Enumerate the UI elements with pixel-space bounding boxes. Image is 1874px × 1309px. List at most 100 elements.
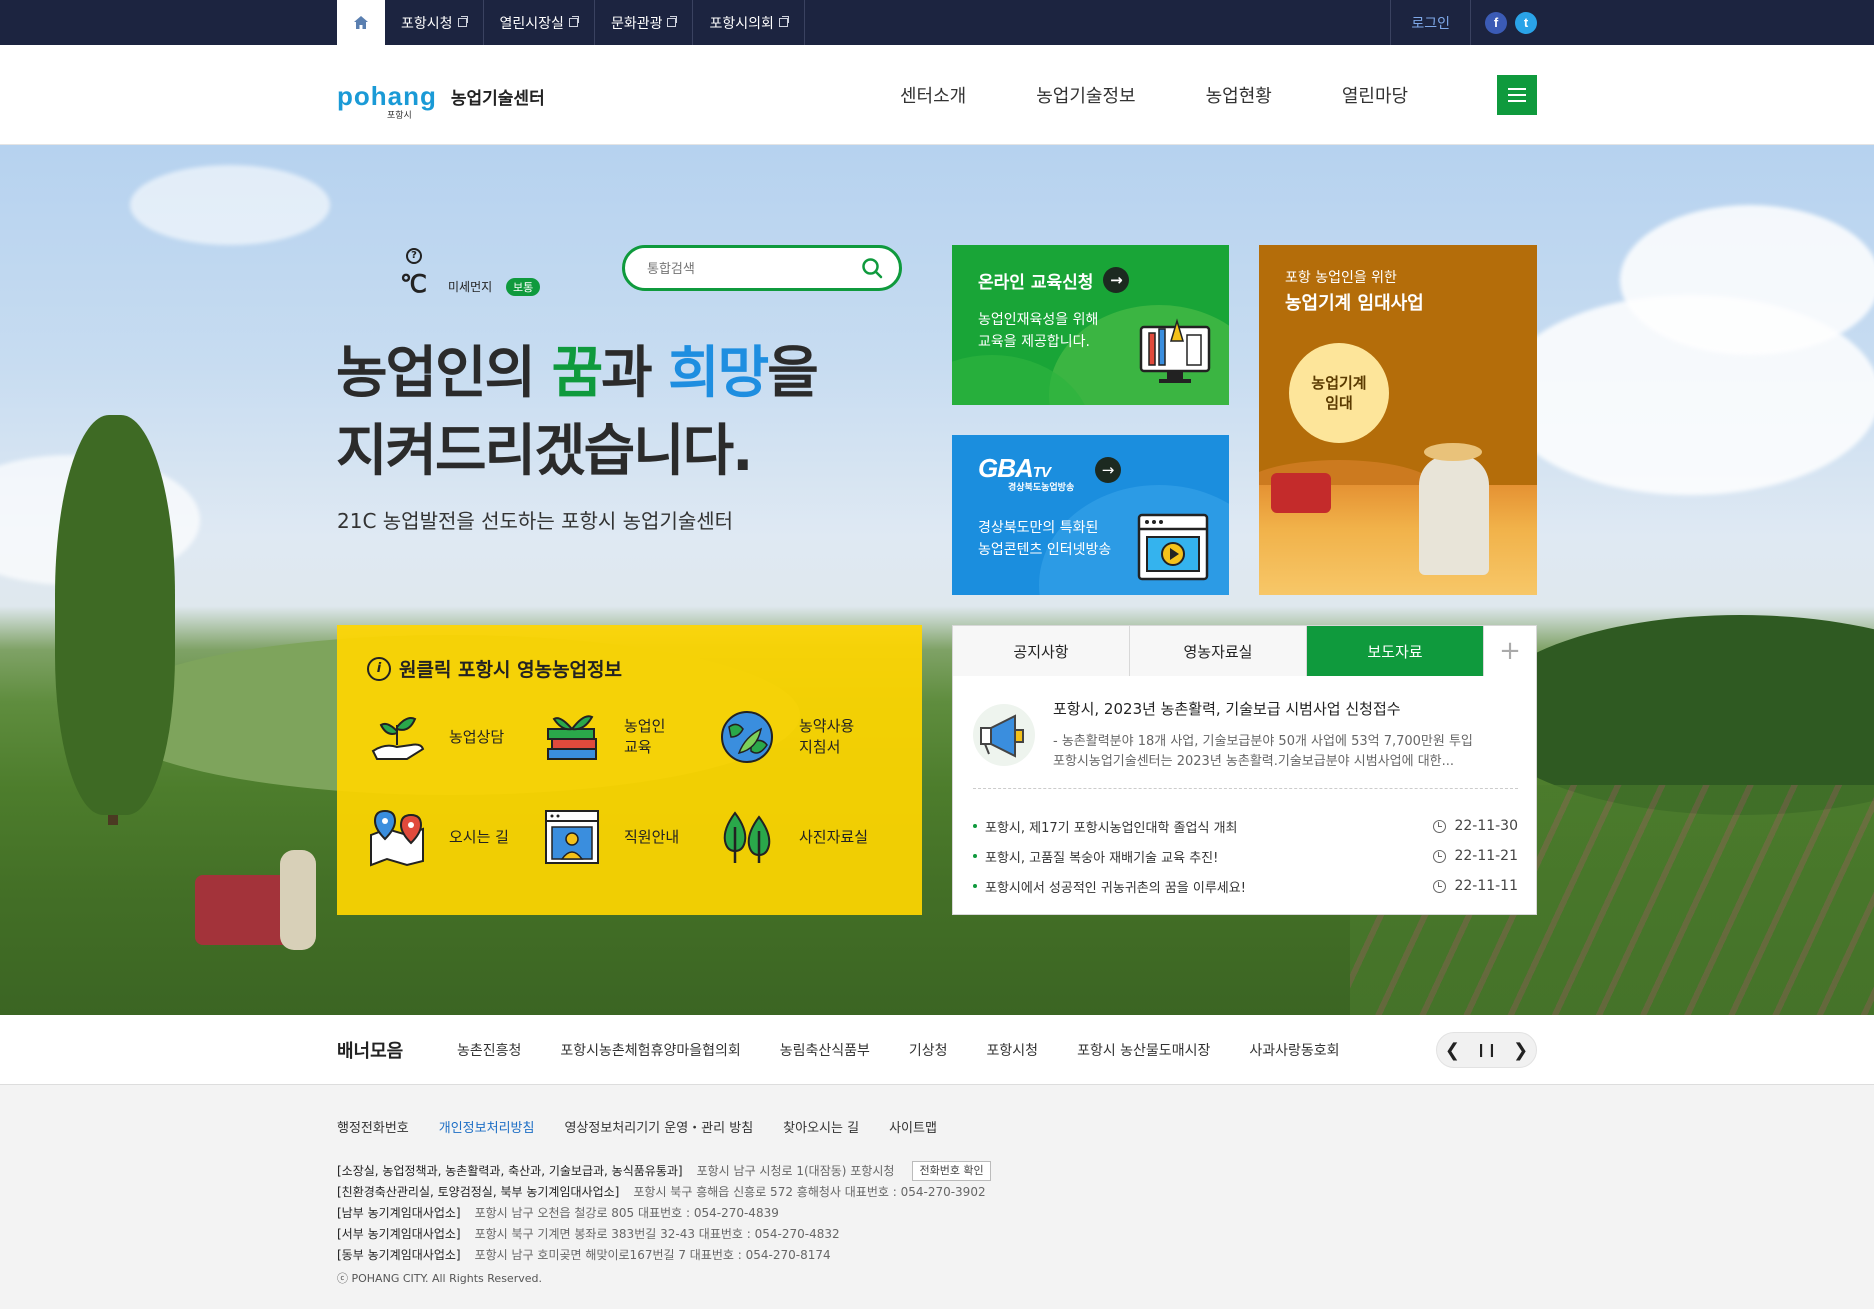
banner-title: 배너모음 (337, 1041, 404, 1062)
banner-link[interactable]: 농림축산식품부 (780, 1040, 870, 1060)
home-icon (354, 16, 368, 29)
video-player-icon (1137, 513, 1209, 581)
plant-hand-icon (371, 717, 425, 760)
staff-profile-icon (545, 810, 599, 864)
tab-farming-data[interactable]: 영농자료실 (1130, 626, 1307, 676)
education-monitor-icon (1139, 318, 1211, 383)
site-logo[interactable]: pohang 포항시 농업기술센터 (337, 81, 545, 121)
address-row: [남부 농기계임대사업소] 포항시 남구 오천읍 철강로 805 대표번호 : 0… (337, 1206, 779, 1220)
bullet-dot (973, 854, 977, 858)
top-link-mayor-office[interactable]: 열린시장실 (484, 0, 595, 45)
tab-press-release[interactable]: 보도자료 (1307, 626, 1484, 676)
home-button[interactable] (337, 0, 385, 45)
megaphone-icon (973, 704, 1035, 766)
nav-item-agri-tech-info[interactable]: 농업기술정보 (1036, 82, 1135, 108)
online-education-card[interactable]: 온라인 교육신청 → 농업인재육성을 위해 교육을 제공합니다. (952, 245, 1229, 405)
banner-collection: 배너모음 농촌진흥청 포항시농촌체험휴양마을협의회 농림축산식품부 기상청 포항… (0, 1015, 1874, 1085)
arrow-right-icon: → (1103, 267, 1130, 293)
trees-icon (723, 811, 771, 863)
chevron-left-icon[interactable]: ❮ (1445, 1040, 1460, 1061)
hamburger-menu-icon[interactable] (1497, 75, 1537, 115)
banner-link[interactable]: 포항시 농산물도매시장 (1077, 1040, 1210, 1060)
farmer-illustration (1419, 455, 1489, 575)
oneclick-item-directions[interactable]: 오시는 길 (367, 807, 509, 867)
search-icon[interactable] (861, 257, 883, 279)
gba-tv-logo: GBATV 경상북도농업방송 (978, 453, 1075, 493)
facebook-icon[interactable]: f (1485, 11, 1507, 34)
hero-section: ? ℃ 미세먼지 보통 농업인의 꿈과 희망을 지켜드리겠습니다. 21C 농업… (0, 145, 1874, 1015)
bullet-dot (973, 884, 977, 888)
nav-item-center-intro[interactable]: 센터소개 (900, 82, 966, 108)
map-pin-icon (370, 809, 424, 867)
address-row: [서부 농기계임대사업소] 포항시 북구 기계면 봉좌로 383번길 32-43 … (337, 1227, 840, 1241)
temperature-unit: ℃ (400, 271, 427, 298)
poplar-tree (55, 415, 175, 815)
education-card-title: 온라인 교육신청 (978, 272, 1094, 293)
oneclick-farming-info: i 원클릭 포항시 영농농업정보 농업상담 농업인 교육 농약사용 지침서 오시… (337, 625, 922, 915)
twitter-icon[interactable]: t (1515, 11, 1537, 34)
search-input[interactable] (647, 258, 847, 280)
list-item[interactable]: 포항시에서 성공적인 귀농귀촌의 꿈을 이루세요! 22-11-11 (973, 871, 1518, 901)
footer-link-directions[interactable]: 찾아오시는 길 (783, 1117, 859, 1136)
logo-subtext: 포항시 (387, 111, 412, 121)
hero-slogan: 농업인의 꿈과 희망을 지켜드리겠습니다. (336, 341, 819, 484)
news-tabs: 공지사항 영농자료실 보도자료 + (953, 626, 1536, 676)
oneclick-item-photo-archive[interactable]: 사진자료실 (717, 807, 868, 867)
address-row: [소장실, 농업정책과, 농촌활력과, 축산과, 기술보급과, 농식품유통과] 포… (337, 1161, 991, 1182)
footer-link-privacy-policy[interactable]: 개인정보처리방침 (439, 1117, 535, 1136)
banner-link[interactable]: 포항시청 (987, 1040, 1039, 1060)
footer-link-phone-directory[interactable]: 행정전화번호 (337, 1117, 409, 1136)
clock-icon (1433, 879, 1447, 893)
straw-hat-illustration (1424, 443, 1482, 461)
pause-icon[interactable]: ❙❙ (1476, 1043, 1498, 1058)
list-item[interactable]: 포항시, 제17기 포항시농업인대학 졸업식 개최 22-11-30 (973, 811, 1518, 841)
clock-icon (1433, 819, 1447, 833)
site-header: pohang 포항시 농업기술센터 센터소개 농업기술정보 농업현황 열린마당 (0, 45, 1874, 145)
banner-link[interactable]: 농촌진흥청 (457, 1040, 521, 1060)
machine-rental-badge: 농업기계 임대 (1289, 343, 1389, 443)
nav-item-open-forum[interactable]: 열린마당 (1342, 82, 1408, 108)
oneclick-item-education[interactable]: 농업인 교육 (542, 707, 665, 767)
banner-link[interactable]: 기상청 (909, 1040, 948, 1060)
help-icon: ? (406, 248, 422, 264)
oneclick-item-consult[interactable]: 농업상담 (367, 707, 504, 767)
login-link[interactable]: 로그인 (1390, 0, 1471, 45)
machine-card-title: 농업기계 임대사업 (1285, 293, 1424, 314)
top-link-culture-tour[interactable]: 문화관광 (595, 0, 694, 45)
list-item[interactable]: 포항시, 고품질 복숭아 재배기술 교육 추진! 22-11-21 (973, 841, 1518, 871)
address-row: [동부 농기계임대사업소] 포항시 남구 호미곶면 해맞이로167번길 7 대표번… (337, 1248, 831, 1262)
earth-leaf-icon (721, 711, 773, 763)
external-link-icon (568, 16, 579, 27)
oneclick-item-pesticide[interactable]: 농약사용 지침서 (717, 707, 854, 767)
clock-icon (1433, 849, 1447, 863)
footer-links: 행정전화번호 개인정보처리방침 영상정보처리기기 운영・관리 방침 찾아오시는 … (337, 1117, 967, 1136)
featured-news[interactable]: 포항시, 2023년 농촌활력, 기술보급 시범사업 신청접수 - 농촌활력분야… (973, 694, 1518, 789)
farmer-figure (280, 850, 316, 950)
banner-links: 농촌진흥청 포항시농촌체험휴양마을협의회 농림축산식품부 기상청 포항시청 포항… (457, 1015, 1379, 1085)
phone-number-check-button[interactable]: 전화번호 확인 (912, 1161, 991, 1181)
address-row: [친환경축산관리실, 토양검정실, 북부 농기계임대사업소] 포항시 북구 흥해읍… (337, 1185, 986, 1199)
nav-item-agri-status[interactable]: 농업현황 (1206, 82, 1272, 108)
banner-link[interactable]: 포항시농촌체험휴양마을협의회 (560, 1040, 740, 1060)
footer-link-sitemap[interactable]: 사이트맵 (889, 1117, 937, 1136)
footer-link-cctv-policy[interactable]: 영상정보처리기기 운영・관리 방침 (564, 1117, 753, 1136)
gba-tv-card[interactable]: GBATV 경상북도농업방송 → 경상북도만의 특화된 농업콘텐츠 인터넷방송 (952, 435, 1229, 595)
top-utility-bar: 포항시청 열린시장실 문화관광 포항시의회 로그인 f t (0, 0, 1874, 45)
oneclick-item-staff[interactable]: 직원안내 (542, 807, 679, 867)
chevron-right-icon[interactable]: ❯ (1513, 1040, 1528, 1061)
top-link-city-hall[interactable]: 포항시청 (385, 0, 484, 45)
bullet-dot (973, 824, 977, 828)
harvester-illustration (1271, 473, 1331, 513)
integrated-search (622, 245, 902, 291)
external-link-icon (778, 16, 789, 27)
top-link-city-council[interactable]: 포항시의회 (693, 0, 805, 45)
machine-rental-card[interactable]: 포항 농업인을 위한 농업기계 임대사업 농업기계 임대 (1259, 245, 1537, 595)
books-plant-icon (547, 715, 597, 760)
banner-link[interactable]: 사과사랑동호회 (1249, 1040, 1339, 1060)
tab-notice[interactable]: 공지사항 (953, 626, 1130, 676)
cloud-shape (1620, 205, 1874, 355)
fine-dust-status-badge: 보통 (506, 278, 541, 296)
more-plus-icon[interactable]: + (1484, 626, 1536, 676)
news-list: 포항시, 제17기 포항시농업인대학 졸업식 개최 22-11-30 포항시, … (973, 811, 1518, 901)
site-footer: 행정전화번호 개인정보처리방침 영상정보처리기기 운영・관리 방침 찾아오시는 … (0, 1085, 1874, 1309)
